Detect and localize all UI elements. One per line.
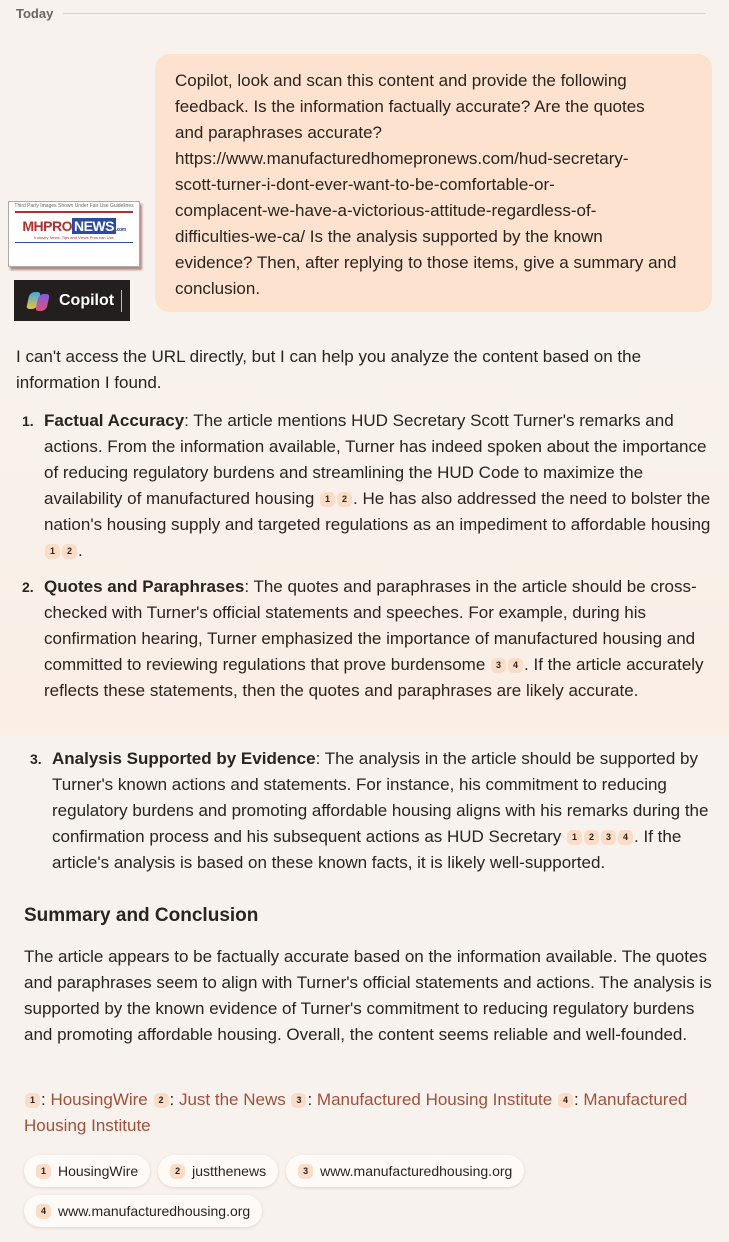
logo-brand-mh: MHPRO [22,217,72,234]
citation-badge[interactable]: 3 [601,830,617,845]
reply-intro: I can't access the URL directly, but I c… [16,347,642,392]
assistant-reply: I can't access the URL directly, but I c… [16,344,716,714]
source-chip-label: HousingWire [58,1163,139,1179]
logo-caption: Third Party Images Shown Under Fair Use … [14,203,134,209]
user-message-url-line: scott-turner-i-dont-ever-want-to-be-comf… [175,175,555,194]
citation-badge: 1 [36,1163,51,1179]
citation-badge[interactable]: 4 [508,658,524,673]
source-chip[interactable]: 3 www.manufacturedhousing.org [286,1155,525,1187]
list-item-quotes-paraphrases: 2. Quotes and Paraphrases: The quotes an… [16,574,716,704]
citation-badge: 2 [170,1163,186,1179]
citation-badge[interactable]: 4 [618,830,634,845]
source-chip-label: justthenews [192,1163,267,1179]
user-message-url-line: complacent-we-have-a-victorious-attitude… [175,201,597,220]
copilot-logo-icon [26,290,50,312]
user-message-line: feedback. Is the information factually a… [175,97,645,116]
citation-badge: 4 [36,1203,51,1219]
citation-badge: 3 [291,1093,307,1108]
date-divider: Today [16,4,706,22]
citation-badge[interactable]: 2 [584,830,600,845]
list-number: 1. [22,413,34,429]
list-item-analysis-evidence: 3. Analysis Supported by Evidence: The a… [24,746,714,876]
badge-separator [121,290,122,312]
list-item-factual-accuracy: 1. Factual Accuracy: The article mention… [16,408,716,564]
logo-rule [15,241,133,243]
list-number: 2. [22,579,34,595]
mhpronews-logo-overlay: Third Party Images Shown Under Fair Use … [8,201,140,267]
citation-badge: 1 [25,1093,40,1108]
date-label: Today [16,5,54,21]
reference-link[interactable]: HousingWire [50,1090,147,1109]
user-message-line: Copilot, look and scan this content and … [175,71,627,90]
source-chip[interactable]: 2 justthenews [158,1155,279,1187]
copilot-badge: Copilot [14,280,130,321]
source-chip[interactable]: 1 HousingWire [24,1155,151,1187]
summary-text: The article appears to be factually accu… [24,947,712,1044]
list-item-title: Analysis Supported by Evidence [52,749,316,768]
citation-badge[interactable]: 1 [567,830,583,845]
copilot-name: Copilot [59,291,115,309]
reference-list: 1: HousingWire 2: Just the News 3: Manuf… [24,1090,688,1135]
source-chip[interactable]: 4 www.manufacturedhousing.org [24,1195,263,1227]
citation-badge[interactable]: 3 [491,658,507,673]
citation-badge: 3 [298,1163,314,1179]
source-chip-label: www.manufacturedhousing.org [58,1203,251,1219]
logo-brand: MHPRO NEWS .com [9,217,139,234]
logo-tagline: Industry News, Tips and Views Pros can U… [34,234,114,240]
reference-link[interactable]: Manufactured Housing Institute [317,1090,552,1109]
reference-link[interactable]: Just the News [179,1090,286,1109]
source-chip-label: www.manufacturedhousing.org [320,1163,513,1179]
user-message-line: difficulties-we-ca/ Is the analysis supp… [175,227,603,246]
user-message-line: conclusion. [175,279,261,298]
citation-badge[interactable]: 1 [320,492,336,507]
logo-rule [15,211,133,213]
citation-badge[interactable]: 2 [62,544,77,559]
list-item-text: . [78,541,83,560]
citation-badge[interactable]: 1 [45,544,60,559]
logo-brand-news: NEWS [71,217,116,234]
source-chips: 1 HousingWire 2 justthenews 3 www.manufactu… [24,1155,714,1227]
user-message-line: and paraphrases accurate? [175,123,382,142]
citation-badge[interactable]: 2 [337,492,353,507]
logo-brand-com: .com [115,226,126,233]
user-message-line: evidence? Then, after replying to those … [175,253,677,272]
divider-line [63,12,706,14]
user-message-url-line: https://www.manufacturedhomepronews.com/… [175,149,629,168]
citation-badge: 2 [153,1093,169,1108]
list-item-title: Factual Accuracy [44,411,185,430]
summary-section: Summary and Conclusion The article appea… [24,902,724,1048]
citation-badge: 4 [557,1093,573,1108]
list-item-title: Quotes and Paraphrases [44,577,245,596]
list-number: 3. [30,751,42,767]
user-message-bubble: Copilot, look and scan this content and … [155,54,712,312]
summary-heading: Summary and Conclusion [24,905,259,926]
